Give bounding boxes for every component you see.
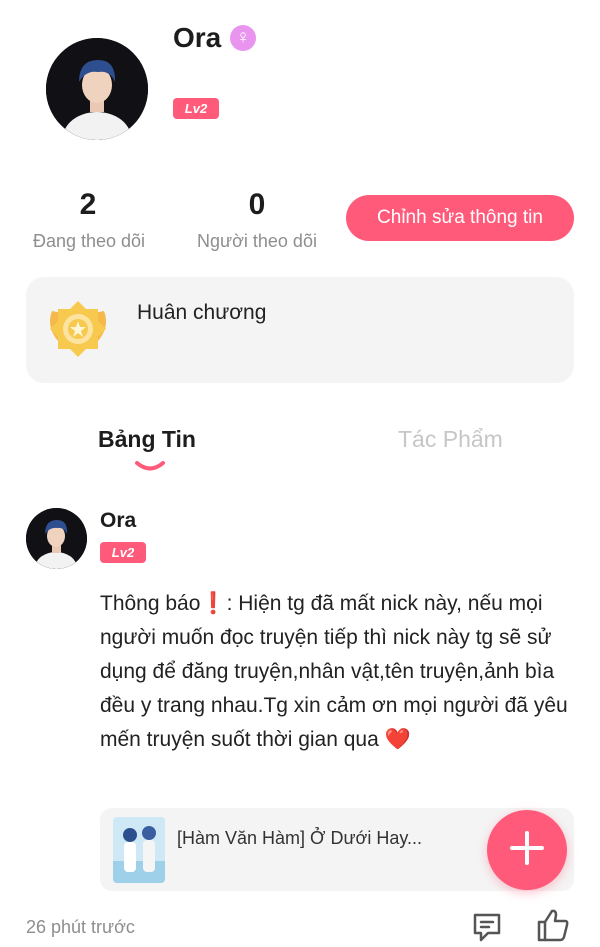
post-timestamp: 26 phút trước xyxy=(26,917,135,937)
profile-name: Ora xyxy=(173,22,222,53)
post-author-avatar[interactable] xyxy=(26,508,87,569)
tab-works[interactable]: Tác Phẩm xyxy=(398,426,503,453)
like-icon[interactable] xyxy=(535,907,571,947)
create-post-button[interactable] xyxy=(487,810,567,890)
post-author-name[interactable]: Ora xyxy=(100,509,136,533)
post-content: Thông báo❗: Hiện tg đã mất nick này, nếu… xyxy=(100,592,568,751)
tab-feed[interactable]: Bảng Tin xyxy=(98,426,196,453)
medal-card[interactable]: Huân chương xyxy=(26,277,574,383)
edit-profile-button[interactable]: Chỉnh sửa thông tin xyxy=(346,195,574,241)
plus-icon xyxy=(507,828,547,873)
level-badge: Lv2 xyxy=(173,98,219,119)
medal-icon xyxy=(44,297,112,362)
following-count[interactable]: 2 xyxy=(75,188,101,222)
post-level-badge: Lv2 xyxy=(100,542,146,563)
followers-label[interactable]: Người theo dõi xyxy=(190,231,324,252)
story-cover-image xyxy=(113,817,165,883)
comment-icon[interactable] xyxy=(470,910,504,947)
linked-story-title: [Hàm Văn Hàm] Ở Dưới Hay... xyxy=(177,828,423,848)
tab-active-indicator xyxy=(134,460,166,479)
following-label[interactable]: Đang theo dõi xyxy=(26,231,152,252)
profile-avatar[interactable] xyxy=(46,38,148,140)
followers-count[interactable]: 0 xyxy=(244,188,270,222)
medal-label: Huân chương xyxy=(137,301,267,324)
female-gender-icon: ♀ xyxy=(230,25,256,51)
